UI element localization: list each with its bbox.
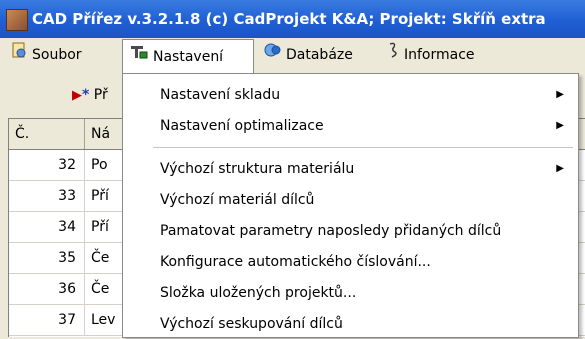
menu-item-default-material-structure[interactable]: Výchozí struktura materiálu ▶ xyxy=(123,154,578,184)
column-header-number[interactable]: Č. xyxy=(9,119,85,149)
title-bar: CAD Přířez v.3.2.1.8 (c) CadProjekt K&A;… xyxy=(0,0,585,38)
row-number: 33 xyxy=(9,181,85,211)
menu-item-label: Pamatovat parametry naposledy přidaných … xyxy=(160,223,502,239)
row-number: 35 xyxy=(9,243,85,273)
menu-soubor[interactable]: Soubor xyxy=(10,38,82,72)
menu-item-label: Nastavení skladu xyxy=(160,87,281,103)
row-number: 36 xyxy=(9,274,85,304)
menu-item-stock-settings[interactable]: Nastavení skladu ▶ xyxy=(123,80,578,110)
menu-bar: Soubor Nastavení Databáze Informace xyxy=(0,38,585,74)
add-part-label: Př xyxy=(93,87,108,103)
menu-databaze[interactable]: Databáze xyxy=(264,38,353,72)
row-number: 34 xyxy=(9,212,85,242)
row-number: 32 xyxy=(9,150,85,180)
menu-item-remember-last-parameters[interactable]: Pamatovat parametry naposledy přidaných … xyxy=(123,216,578,246)
menu-informace-label: Informace xyxy=(404,47,475,63)
menu-item-label: Nastavení optimalizace xyxy=(160,118,324,134)
star-icon: * xyxy=(82,87,90,103)
menu-item-saved-projects-folder[interactable]: Složka uložených projektů... xyxy=(123,278,578,308)
play-arrow-icon: ▶ xyxy=(72,88,82,103)
settings-dropdown-menu: Nastavení skladu ▶ Nastavení optimalizac… xyxy=(122,73,579,338)
menu-item-label: Výchozí struktura materiálu xyxy=(160,161,355,177)
submenu-arrow-icon: ▶ xyxy=(556,120,564,131)
submenu-arrow-icon: ▶ xyxy=(556,89,564,100)
menu-item-label: Výchozí seskupování dílců xyxy=(160,316,343,332)
menu-informace[interactable]: Informace xyxy=(386,38,475,72)
menu-item-default-part-grouping[interactable]: Výchozí seskupování dílců xyxy=(123,309,578,339)
database-icon xyxy=(264,38,282,72)
tools-icon xyxy=(129,40,149,74)
window-title: CAD Přířez v.3.2.1.8 (c) CadProjekt K&A;… xyxy=(32,10,546,28)
menu-nastaveni[interactable]: Nastavení xyxy=(122,39,254,74)
menu-item-label: Výchozí materiál dílců xyxy=(160,192,315,208)
menu-item-optimization-settings[interactable]: Nastavení optimalizace ▶ xyxy=(123,111,578,141)
menu-item-label: Konfigurace automatického číslování... xyxy=(160,254,431,270)
app-icon xyxy=(6,9,28,31)
submenu-arrow-icon: ▶ xyxy=(556,163,564,174)
menu-item-default-part-material[interactable]: Výchozí materiál dílců xyxy=(123,185,578,215)
menu-separator xyxy=(153,147,573,148)
info-icon xyxy=(386,38,400,72)
menu-soubor-label: Soubor xyxy=(32,47,82,63)
menu-item-auto-numbering-config[interactable]: Konfigurace automatického číslování... xyxy=(123,247,578,277)
add-part-button[interactable]: ▶* Př xyxy=(72,84,108,106)
menu-databaze-label: Databáze xyxy=(286,47,353,63)
row-number: 37 xyxy=(9,305,85,335)
file-icon xyxy=(10,38,28,72)
menu-nastaveni-label: Nastavení xyxy=(153,49,224,65)
menu-item-label: Složka uložených projektů... xyxy=(160,285,357,301)
